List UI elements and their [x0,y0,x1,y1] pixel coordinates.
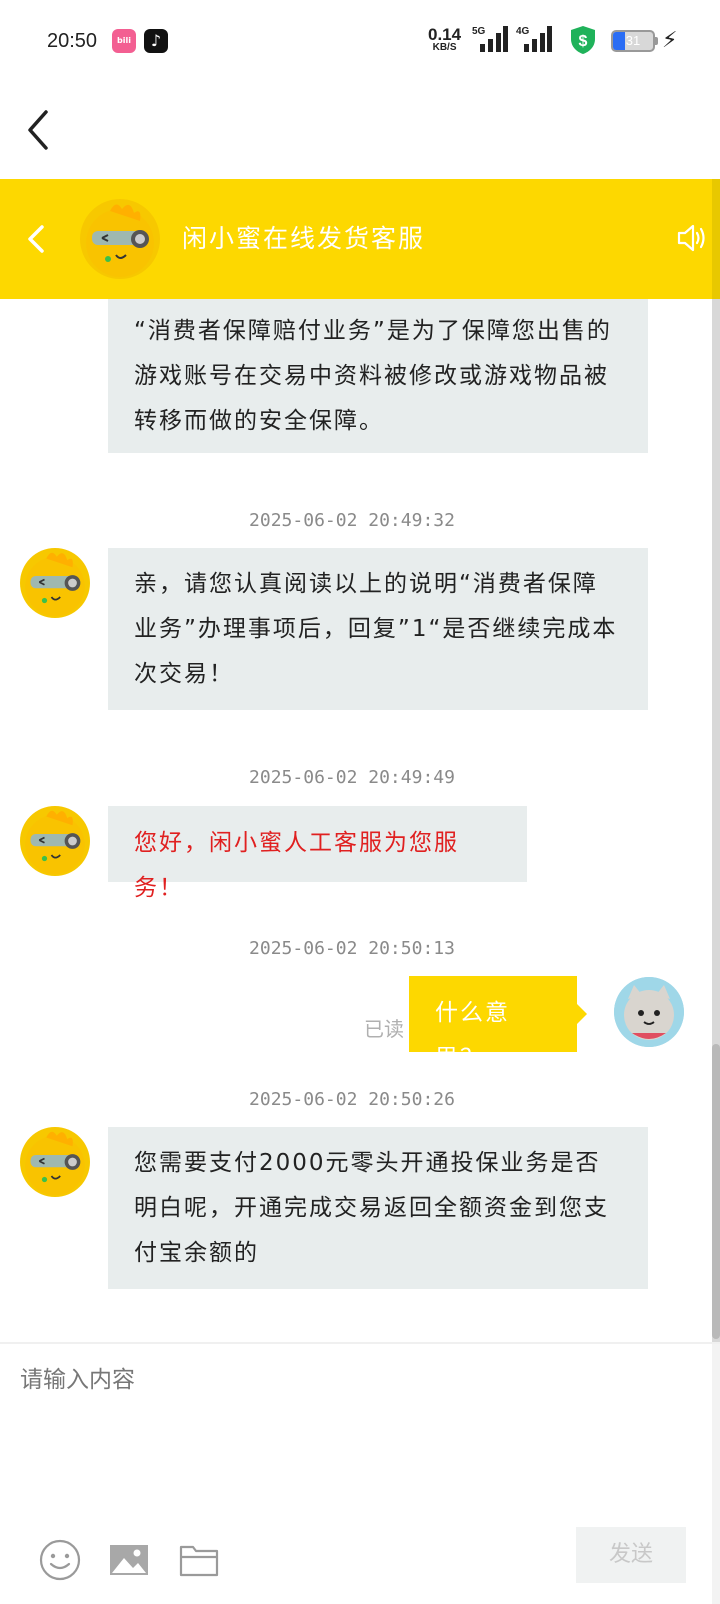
outer-nav-bar [0,84,720,179]
message-text: 您好，闲小蜜人工客服为您服务！ [134,830,459,901]
back-arrow-icon[interactable] [22,106,62,154]
message-timestamp: 2025-06-02 20:49:49 [249,767,455,788]
message-bubble: “消费者保障赔付业务”是为了保障您出售的游戏账号在交易中资料被修改或游戏物品被转… [108,299,648,453]
service-avatar [20,548,90,618]
message-timestamp: 2025-06-02 20:50:26 [249,1089,455,1110]
image-icon[interactable] [107,1538,151,1582]
network-speed-value: 0.14 [428,25,462,44]
signal-4g-label: 4G [516,26,530,37]
service-avatar [20,806,90,876]
signal-5g-label: 5G [472,26,486,37]
network-speed-unit: KB/S [432,42,457,53]
mascot-icon [25,1131,85,1196]
message-bubble: 您好，闲小蜜人工客服为您服务！ [108,806,527,901]
service-avatar [20,1127,90,1197]
my-message-bubble: 什么意思？ [409,976,577,1071]
folder-icon[interactable] [177,1538,221,1582]
tiktok-icon: ♪ [144,29,168,53]
mascot-icon [86,204,154,277]
signal-5g-icon: 5G [472,26,508,52]
bilibili-icon: bili [112,29,136,53]
scrollbar-thumb[interactable] [712,1044,720,1339]
chat-header: 闲小蜜在线发货客服 [0,179,720,299]
message-timestamp: 2025-06-02 20:50:13 [249,938,455,959]
message-text: “消费者保障赔付业务”是为了保障您出售的游戏账号在交易中资料被修改或游戏物品被转… [134,318,612,434]
charging-bolt-icon: ⚡ [662,28,678,53]
send-button[interactable]: 发送 [576,1527,686,1583]
status-bar: 20:50 bili ♪ 0.14 KB/S 5G 4G $ 31 ⚡ [0,0,720,84]
message-bubble: 您需要支付2000元零头开通投保业务是否明白呢，开通完成交易返回全额资金到您支付… [108,1127,648,1289]
service-avatar [80,199,160,279]
input-area: 发送 [0,1342,720,1604]
message-timestamp: 2025-06-02 20:49:32 [249,510,455,531]
chat-title: 闲小蜜在线发货客服 [182,224,426,253]
message-bubble: 亲，请您认真阅读以上的说明“消费者保障业务”办理事项后，回复”1“是否继续完成本… [108,548,648,710]
chat-scrollbar[interactable] [712,299,720,1342]
speaker-icon[interactable] [676,221,708,255]
header-back-icon[interactable] [22,219,52,259]
message-text: 您需要支付2000元零头开通投保业务是否明白呢，开通完成交易返回全额资金到您支付… [134,1150,609,1266]
mascot-icon [25,810,85,875]
read-status: 已读 [364,1017,404,1041]
message-text: 亲，请您认真阅读以上的说明“消费者保障业务”办理事项后，回复”1“是否继续完成本… [134,571,618,687]
battery-level: 31 [625,33,641,48]
battery-icon: 31 [611,30,655,52]
message-text: 什么意思？ [435,1000,510,1071]
svg-text:$: $ [579,33,588,50]
mascot-icon [25,552,85,617]
user-avatar[interactable] [614,977,684,1047]
message-input[interactable] [20,1360,700,1500]
chat-messages: “消费者保障赔付业务”是为了保障您出售的游戏账号在交易中资料被修改或游戏物品被转… [0,299,720,1342]
signal-4g-icon: 4G [516,26,552,52]
network-speed: 0.14 KB/S [428,26,461,53]
emoji-icon[interactable] [38,1538,82,1582]
cat-avatar-icon [614,977,684,1047]
security-shield-icon: $ [571,26,595,54]
status-time: 20:50 [47,30,98,52]
